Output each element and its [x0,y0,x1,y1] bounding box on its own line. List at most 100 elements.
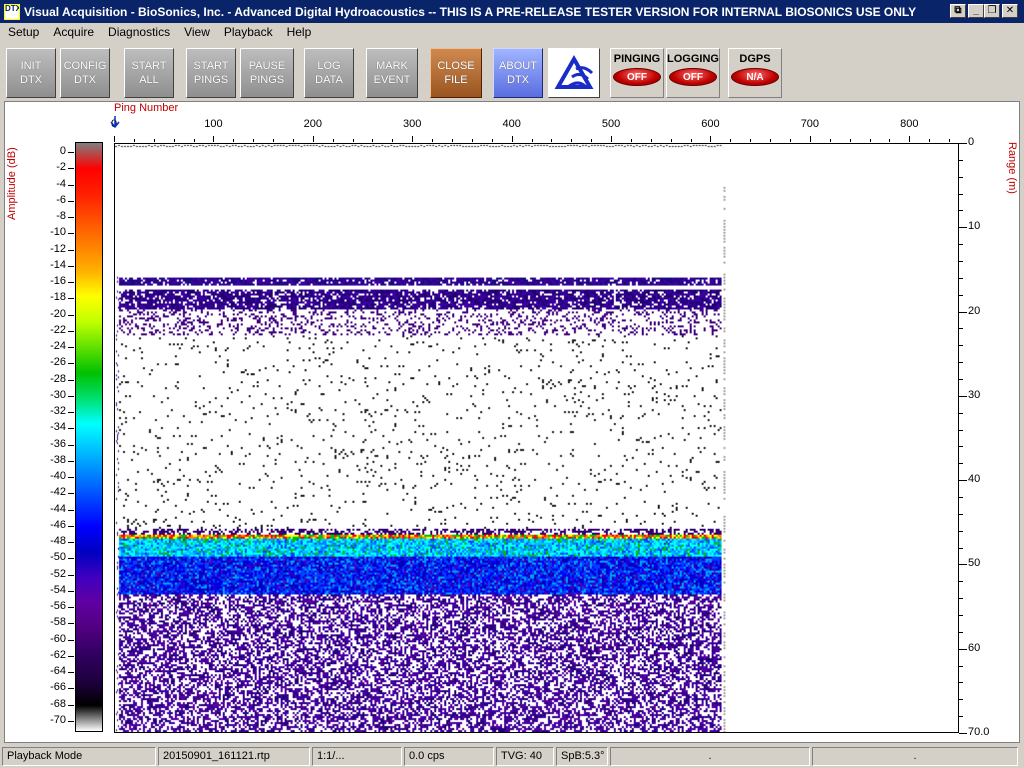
amplitude-tick [68,509,74,511]
ping-axis-label: Ping Number [114,102,179,114]
amplitude-tick-label: -42 [50,486,66,499]
config-dtx-label: CONFIG DTX [63,60,107,86]
amplitude-colorbar [75,142,103,732]
range-tick-label: 0 [968,136,975,148]
start-all-button[interactable]: START ALL [124,48,174,98]
range-minor-tick [959,244,963,246]
ping-minor-tick [949,139,951,142]
amplitude-tick [68,395,74,397]
about-dtx-button[interactable]: ABOUT DTX [493,48,543,98]
menu-acquire[interactable]: Acquire [45,23,100,41]
range-minor-tick [959,581,963,583]
menu-playback[interactable]: Playback [216,23,279,41]
amplitude-tick-label: -52 [50,567,66,580]
ping-minor-tick [869,139,871,142]
ping-minor-tick [650,139,652,142]
amplitude-tick [68,330,74,332]
ping-minor-tick [551,139,553,142]
amplitude-tick [68,152,74,153]
range-tick-label: 10 [968,220,981,233]
start-all-label: START ALL [131,60,167,86]
amplitude-tick-label: -8 [56,210,66,223]
range-minor-tick [959,227,963,229]
dgps-label: DGPS [739,53,771,65]
range-tick-label: 40 [968,473,981,486]
amplitude-tick-label: -66 [50,681,66,694]
amplitude-axis-label: Amplitude (dB) [6,147,18,220]
amplitude-tick [68,314,74,316]
amplitude-tick-label: -50 [50,551,66,564]
ping-tick-label: 100 [204,118,223,130]
title-bar: DTX Visual Acquisition - BioSonics, Inc.… [0,0,1024,23]
ping-tick-label: 600 [701,118,720,130]
close-file-button[interactable]: CLOSE FILE [430,48,482,98]
pause-pings-button[interactable]: PAUSE PINGS [240,48,294,98]
menu-help[interactable]: Help [279,23,318,41]
start-pings-label: START PINGS [193,60,229,86]
log-data-button[interactable]: LOG DATA [304,48,354,98]
range-minor-tick [959,497,963,498]
amplitude-tick [68,477,74,479]
about-dtx-label: ABOUT DTX [499,60,537,86]
amplitude-tick [68,412,74,414]
ping-minor-tick [770,139,772,142]
amplitude-tick-label: -56 [50,600,66,613]
amplitude-tick [68,233,74,235]
ping-minor-tick [452,139,453,142]
ping-minor-tick [352,139,354,142]
help-icon[interactable]: ⧉ [950,4,966,18]
ping-minor-tick [332,139,334,142]
logging-state: OFF [669,68,717,86]
close-window-button[interactable]: ✕ [1002,4,1018,18]
ping-minor-tick [611,139,613,142]
range-minor-tick [959,210,963,212]
range-minor-tick [959,733,963,734]
amplitude-tick [68,721,74,722]
range-minor-tick [959,699,963,701]
status-spb: SpB:5.3° [556,747,608,766]
amplitude-tick [68,574,74,576]
range-minor-tick [959,362,963,364]
amplitude-tick-label: -60 [50,632,66,645]
ping-minor-tick [273,139,275,142]
amplitude-tick-label: -62 [50,648,66,661]
range-minor-tick [959,143,963,144]
ping-minor-tick [829,139,831,142]
range-minor-tick [959,379,963,380]
status-extra-1: . [610,747,810,766]
ping-cursor-icon[interactable] [110,116,120,128]
menu-bar: Setup Acquire Diagnostics View Playback … [0,23,1024,41]
amplitude-tick [68,558,74,560]
status-ratio: 1:1/... [312,747,402,766]
config-dtx-button[interactable]: CONFIG DTX [60,48,110,98]
mark-event-button[interactable]: MARK EVENT [366,48,418,98]
range-minor-tick [959,631,963,633]
menu-diagnostics[interactable]: Diagnostics [100,23,176,41]
range-tick-label: 50 [968,557,981,570]
range-minor-tick [959,311,963,313]
biosonics-logo-button[interactable] [548,48,600,98]
minimize-button[interactable]: _ [968,4,984,18]
amplitude-tick-label: -36 [50,437,66,450]
range-minor-tick [959,648,963,650]
ping-minor-tick [630,139,632,142]
ping-minor-tick [690,139,692,142]
echogram-canvas[interactable] [114,143,959,733]
ping-minor-tick [173,139,175,142]
range-minor-tick [959,193,963,195]
start-pings-button[interactable]: START PINGS [186,48,236,98]
ping-tick-label: 300 [403,118,422,130]
amplitude-tick-label: -32 [50,405,66,418]
menu-view[interactable]: View [176,23,216,41]
ping-minor-tick [909,139,911,142]
init-dtx-button[interactable]: INIT DTX [6,48,56,98]
amplitude-tick [68,298,74,300]
menu-setup[interactable]: Setup [0,23,45,41]
status-mode: Playback Mode [2,747,156,766]
range-minor-tick [959,480,963,482]
restore-button[interactable]: ❐ [984,4,1000,18]
pinging-label: PINGING [613,53,661,65]
range-minor-tick [959,345,963,347]
range-minor-tick [959,682,963,684]
amplitude-tick-label: -26 [50,356,66,369]
